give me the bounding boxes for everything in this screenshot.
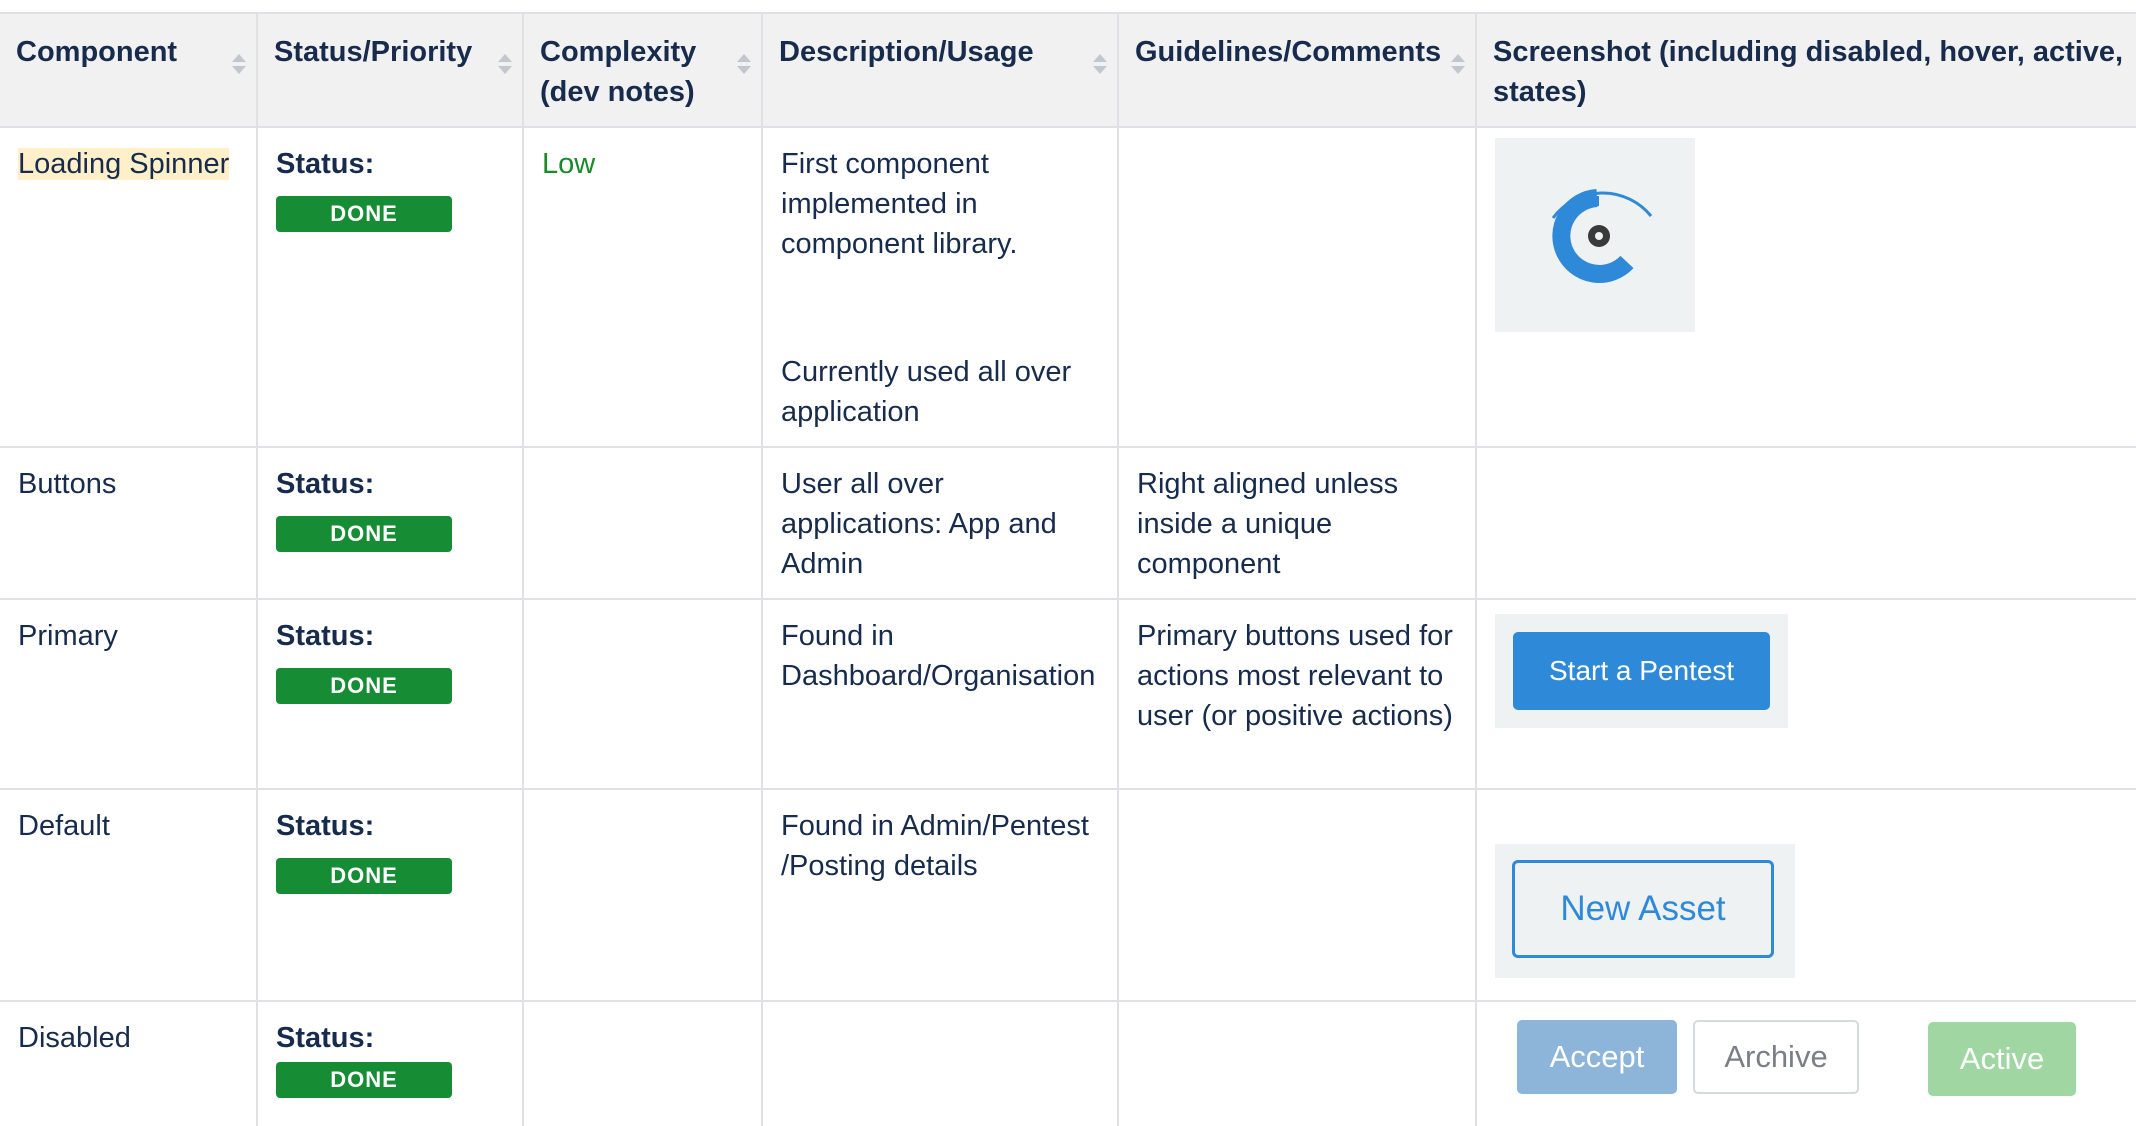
table-row: Loading Spinner Status: DONE Low First c…	[0, 126, 2136, 448]
component-table-container: Component Status/Priority Complexity (de…	[0, 0, 2136, 1126]
sort-icon[interactable]	[1451, 54, 1465, 82]
status-label: Status:	[276, 468, 375, 500]
status-label: Status:	[276, 810, 375, 842]
header-guidelines[interactable]: Guidelines/Comments	[1117, 12, 1477, 128]
cell-complexity	[522, 598, 763, 790]
header-description[interactable]: Description/Usage	[761, 12, 1119, 128]
cell-status: Status: DONE	[256, 446, 524, 600]
status-label: Status:	[276, 620, 375, 652]
header-component[interactable]: Component	[0, 12, 258, 128]
cell-guidelines: Primary buttons used for actions most re…	[1117, 598, 1477, 790]
complexity-value: Low	[542, 148, 596, 180]
sort-icon[interactable]	[232, 54, 246, 82]
sort-icon[interactable]	[1093, 54, 1107, 82]
component-name: Primary	[18, 620, 118, 652]
component-name: Disabled	[18, 1022, 131, 1054]
cell-status: Status: DONE	[256, 126, 524, 448]
cell-description: User all over applications: App and Admi…	[761, 446, 1119, 600]
header-complexity[interactable]: Complexity (dev notes)	[522, 12, 763, 128]
component-name: Loading Spinner	[18, 148, 230, 180]
status-badge: DONE	[276, 668, 452, 704]
header-label: Component	[16, 36, 178, 68]
new-asset-button[interactable]: New Asset	[1512, 860, 1774, 958]
disabled-buttons-screenshot: Accept Archive Active	[1477, 1002, 2136, 1096]
cell-guidelines	[1117, 126, 1477, 448]
table-row: Default Status: DONE Found in Admin/Pent…	[0, 788, 2136, 1002]
status-badge: DONE	[276, 196, 452, 232]
spinner-screenshot	[1495, 138, 1695, 332]
description-text: First component implemented in component…	[781, 148, 1018, 260]
guidelines-text: Right aligned unless inside a unique com…	[1137, 468, 1399, 580]
cell-guidelines	[1117, 1000, 1477, 1126]
description-text: Currently used all over application	[781, 356, 1072, 428]
cell-component: Default	[0, 788, 258, 1002]
start-pentest-button[interactable]: Start a Pentest	[1513, 632, 1771, 710]
header-label: Status/Priority	[274, 36, 473, 68]
loading-spinner-icon	[1551, 189, 1653, 283]
cell-component: Buttons	[0, 446, 258, 600]
description-text: Found in Admin/Pentest /Posting details	[781, 810, 1089, 882]
sort-icon[interactable]	[498, 54, 512, 82]
guidelines-text: Primary buttons used for actions most re…	[1137, 620, 1453, 732]
table-header-row: Component Status/Priority Complexity (de…	[0, 12, 2136, 128]
status-label: Status:	[276, 1022, 375, 1054]
status-badge: DONE	[276, 516, 452, 552]
header-screenshot: Screenshot (including disabled, hover, a…	[1475, 12, 2136, 128]
cell-screenshot	[1475, 446, 2136, 600]
cell-complexity	[522, 788, 763, 1002]
cell-screenshot: Accept Archive Active	[1475, 1000, 2136, 1126]
component-name: Default	[18, 810, 110, 842]
cell-component: Loading Spinner	[0, 126, 258, 448]
default-button-screenshot: New Asset	[1495, 844, 1795, 978]
cell-description: First component implemented in component…	[761, 126, 1119, 448]
sort-icon[interactable]	[737, 54, 751, 82]
archive-button[interactable]: Archive	[1693, 1020, 1859, 1094]
cell-component: Disabled	[0, 1000, 258, 1126]
cell-screenshot: Start a Pentest	[1475, 598, 2136, 790]
cell-complexity: Low	[522, 126, 763, 448]
component-name: Buttons	[18, 468, 117, 500]
cell-complexity	[522, 1000, 763, 1126]
header-label: Screenshot (including disabled, hover, a…	[1493, 36, 2124, 108]
cell-guidelines	[1117, 788, 1477, 1002]
header-status-priority[interactable]: Status/Priority	[256, 12, 524, 128]
status-label: Status:	[276, 148, 375, 180]
accept-button[interactable]: Accept	[1517, 1020, 1677, 1094]
cell-status: Status: DONE	[256, 598, 524, 790]
cell-description	[761, 1000, 1119, 1126]
cell-status: Status: DONE	[256, 1000, 524, 1126]
cell-complexity	[522, 446, 763, 600]
table-row: Disabled Status: DONE Accept Archive Act…	[0, 1000, 2136, 1126]
status-badge: DONE	[276, 1062, 452, 1098]
cell-description: Found in Dashboard/Organisation	[761, 598, 1119, 790]
header-label: Guidelines/Comments	[1135, 36, 1442, 68]
status-badge: DONE	[276, 858, 452, 894]
primary-button-screenshot: Start a Pentest	[1495, 614, 1789, 728]
cell-guidelines: Right aligned unless inside a unique com…	[1117, 446, 1477, 600]
cell-status: Status: DONE	[256, 788, 524, 1002]
table-row: Buttons Status: DONE User all over appli…	[0, 446, 2136, 600]
component-table: Component Status/Priority Complexity (de…	[0, 12, 2136, 1126]
cell-component: Primary	[0, 598, 258, 790]
header-label: Description/Usage	[779, 36, 1034, 68]
cell-screenshot	[1475, 126, 2136, 448]
header-label: Complexity (dev notes)	[540, 36, 697, 108]
table-row: Primary Status: DONE Found in Dashboard/…	[0, 598, 2136, 790]
description-text: User all over applications: App and Admi…	[781, 468, 1057, 580]
cell-screenshot: New Asset	[1475, 788, 2136, 1002]
active-button[interactable]: Active	[1928, 1022, 2076, 1096]
cell-description: Found in Admin/Pentest /Posting details	[761, 788, 1119, 1002]
description-text: Found in Dashboard/Organisation	[781, 620, 1096, 692]
